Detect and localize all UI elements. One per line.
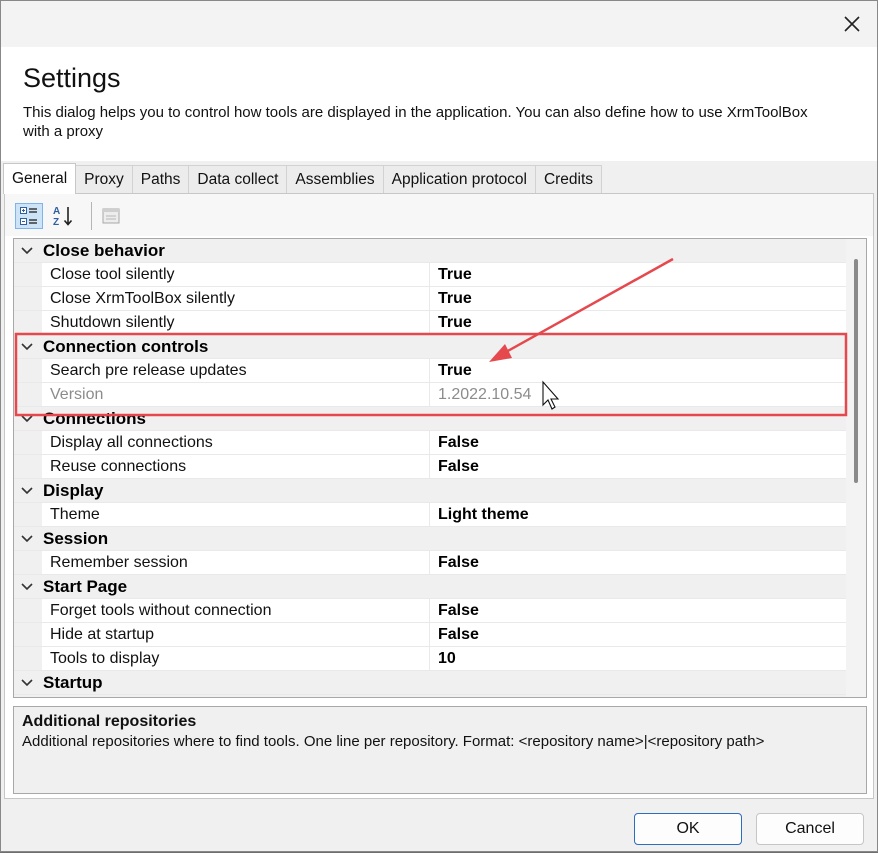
ok-button[interactable]: OK (634, 813, 742, 845)
category-label: Connection controls (43, 337, 209, 356)
property-name: Reuse connections (42, 455, 430, 478)
property-value[interactable]: True (430, 263, 846, 286)
help-text: Additional repositories where to find to… (22, 733, 765, 750)
category-label: Connections (43, 409, 146, 428)
property-row[interactable]: Tools to display 10 (14, 647, 846, 671)
tab-application-protocol[interactable]: Application protocol (382, 165, 536, 193)
chevron-down-icon[interactable] (19, 675, 35, 691)
property-name: Hide at startup (42, 623, 430, 646)
property-row[interactable]: Close tool silently True (14, 263, 846, 287)
categorized-button[interactable] (15, 203, 43, 229)
category-display: Display (14, 479, 846, 503)
property-value[interactable]: Light theme (430, 503, 846, 526)
scrollbar-thumb[interactable] (854, 259, 858, 483)
property-row[interactable]: Search pre release updates True (14, 359, 846, 383)
property-row[interactable]: Display all connections False (14, 431, 846, 455)
svg-text:Z: Z (53, 217, 59, 227)
category-label: Start Page (43, 577, 128, 596)
close-button[interactable] (841, 13, 863, 35)
dialog-title: Settings (23, 63, 121, 93)
property-name: Display all connections (42, 431, 430, 454)
settings-dialog: Settings This dialog helps you to contro… (0, 0, 878, 852)
property-grid[interactable]: Close behavior Close tool silently True … (13, 238, 867, 698)
chevron-down-icon[interactable] (19, 579, 35, 595)
chevron-down-icon[interactable] (19, 483, 35, 499)
property-row[interactable]: Forget tools without connection False (14, 599, 846, 623)
property-value[interactable]: False (430, 623, 846, 646)
category-session: Session (14, 527, 846, 551)
tab-strip: General Proxy Paths Data collect Assembl… (3, 163, 603, 194)
category-start-page: Start Page (14, 575, 846, 599)
property-row[interactable]: Hide at startup False (14, 623, 846, 647)
vertical-scrollbar[interactable] (846, 239, 866, 697)
property-row[interactable]: Version 1.2022.10.54 (14, 383, 846, 407)
category-close-behavior: Close behavior (14, 239, 846, 263)
svg-text:A: A (53, 206, 60, 217)
tab-paths[interactable]: Paths (131, 165, 190, 193)
property-value[interactable]: False (430, 599, 846, 622)
property-name: Tools to display (42, 647, 430, 670)
property-value[interactable]: False (430, 431, 846, 454)
category-label: Display (43, 481, 104, 500)
category-label: Session (43, 529, 109, 548)
property-value: 1.2022.10.54 (430, 383, 846, 406)
property-name: Forget tools without connection (42, 599, 430, 622)
chevron-down-icon[interactable] (19, 531, 35, 547)
tab-data-collect[interactable]: Data collect (188, 165, 288, 193)
tab-general[interactable]: General (3, 163, 77, 194)
dialog-description: This dialog helps you to control how too… (23, 104, 808, 140)
toolbar-separator (91, 202, 92, 230)
dialog-header: Settings This dialog helps you to contro… (1, 47, 877, 161)
sort-az-icon: A Z (53, 206, 73, 227)
property-pages-button[interactable] (97, 203, 125, 229)
property-grid-toolbar: A Z (5, 194, 873, 236)
property-value[interactable]: 10 (430, 647, 846, 670)
category-connections: Connections (14, 407, 846, 431)
property-row[interactable]: Shutdown silently True (14, 311, 846, 335)
title-bar (1, 1, 877, 47)
property-pages-icon (102, 208, 120, 224)
categorized-view-icon (20, 207, 37, 225)
cancel-button[interactable]: Cancel (756, 813, 864, 845)
property-name: Theme (42, 503, 430, 526)
help-title: Additional repositories (22, 713, 197, 730)
help-panel: Additional repositories Additional repos… (13, 706, 867, 794)
category-connection-controls: Connection controls (14, 335, 846, 359)
property-name: Shutdown silently (42, 311, 430, 334)
chevron-down-icon[interactable] (19, 243, 35, 259)
property-name: Version (42, 383, 430, 406)
property-value[interactable]: False (430, 455, 846, 478)
category-label: Startup (43, 673, 103, 692)
property-value[interactable]: True (430, 287, 846, 310)
property-row[interactable]: Close XrmToolBox silently True (14, 287, 846, 311)
property-value[interactable]: True (430, 311, 846, 334)
chevron-down-icon[interactable] (19, 411, 35, 427)
property-name: Search pre release updates (42, 359, 430, 382)
alphabetical-button[interactable]: A Z (49, 203, 77, 229)
chevron-down-icon[interactable] (19, 339, 35, 355)
category-label: Close behavior (43, 241, 165, 260)
tab-credits[interactable]: Credits (534, 165, 603, 193)
property-row[interactable]: Remember session False (14, 551, 846, 575)
property-value[interactable]: True (430, 359, 846, 382)
property-name: Remember session (42, 551, 430, 574)
property-value[interactable]: False (430, 551, 846, 574)
tab-proxy[interactable]: Proxy (75, 165, 133, 193)
property-name: Close XrmToolBox silently (42, 287, 430, 310)
general-tab-page: A Z Close behavior Close tool silently T… (4, 193, 874, 799)
property-name: Close tool silently (42, 263, 430, 286)
category-startup: Startup (14, 671, 846, 695)
close-icon (844, 16, 860, 32)
property-row[interactable]: Reuse connections False (14, 455, 846, 479)
property-row[interactable]: Theme Light theme (14, 503, 846, 527)
tab-assemblies[interactable]: Assemblies (286, 165, 384, 193)
